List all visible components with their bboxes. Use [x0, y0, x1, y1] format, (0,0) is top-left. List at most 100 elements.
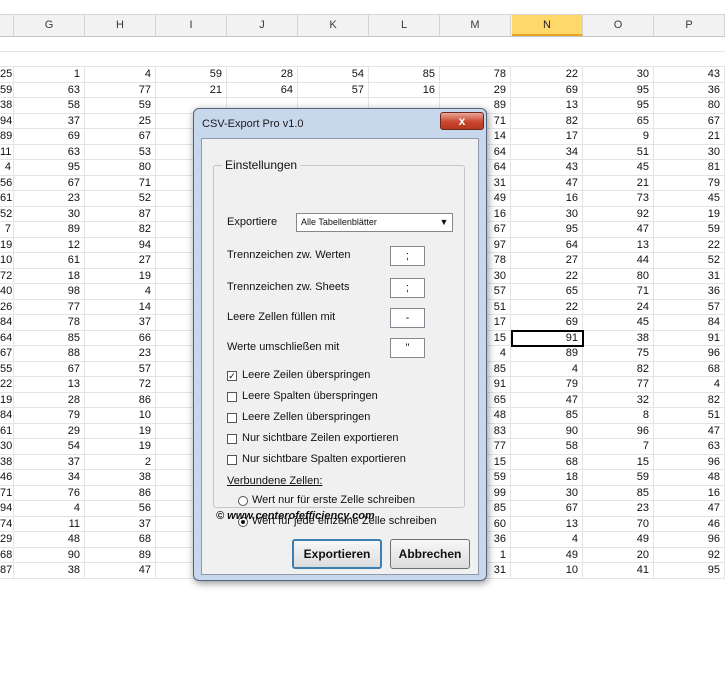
cell[interactable]: 76: [14, 485, 85, 501]
checkbox-label[interactable]: Nur sichtbare Zeilen exportieren: [242, 432, 399, 444]
cell[interactable]: 34: [512, 144, 583, 160]
cell[interactable]: 20: [583, 547, 654, 563]
cell[interactable]: 47: [583, 222, 654, 238]
cell[interactable]: 37: [85, 315, 156, 331]
cell[interactable]: 13: [512, 516, 583, 532]
column-header-g[interactable]: G: [14, 15, 85, 36]
cell[interactable]: 78: [14, 315, 85, 331]
cell[interactable]: 59: [654, 222, 725, 238]
cell[interactable]: 34: [14, 470, 85, 486]
cell[interactable]: 87: [0, 563, 14, 579]
cell[interactable]: 95: [14, 160, 85, 176]
chevron-down-icon[interactable]: ▼: [436, 214, 452, 231]
cell[interactable]: 84: [0, 315, 14, 331]
cell[interactable]: 71: [583, 284, 654, 300]
cell[interactable]: 96: [654, 454, 725, 470]
cell[interactable]: 57: [654, 299, 725, 315]
cell[interactable]: 82: [512, 113, 583, 129]
column-header-p[interactable]: P: [654, 15, 725, 36]
cell[interactable]: 90: [14, 547, 85, 563]
cell[interactable]: 37: [14, 113, 85, 129]
cell[interactable]: 69: [14, 129, 85, 145]
cell[interactable]: 54: [14, 439, 85, 455]
cell[interactable]: 59: [583, 470, 654, 486]
cell[interactable]: 55: [0, 361, 14, 377]
cell[interactable]: 59: [156, 67, 227, 83]
cell[interactable]: 65: [512, 284, 583, 300]
cell[interactable]: 64: [512, 237, 583, 253]
checkbox-visible-rows-only[interactable]: [227, 434, 237, 444]
cell[interactable]: 45: [583, 315, 654, 331]
cell[interactable]: 79: [512, 377, 583, 393]
cell[interactable]: 49: [512, 547, 583, 563]
sep-sheets-input[interactable]: ;: [390, 278, 425, 298]
cell[interactable]: 21: [583, 175, 654, 191]
cell[interactable]: 23: [14, 191, 85, 207]
cell[interactable]: 56: [85, 501, 156, 517]
cell[interactable]: 92: [583, 206, 654, 222]
cell[interactable]: 82: [85, 222, 156, 238]
cell[interactable]: 98: [14, 284, 85, 300]
cell[interactable]: 82: [583, 361, 654, 377]
cell[interactable]: 10: [85, 408, 156, 424]
cell[interactable]: 30: [512, 485, 583, 501]
cell[interactable]: 38: [85, 470, 156, 486]
cell[interactable]: 18: [512, 470, 583, 486]
cell[interactable]: 72: [85, 377, 156, 393]
checkbox-skip-empty-cells[interactable]: [227, 413, 237, 423]
cell[interactable]: 79: [654, 175, 725, 191]
cell[interactable]: 29: [0, 532, 14, 548]
cell[interactable]: 68: [85, 532, 156, 548]
checkbox-label[interactable]: Leere Spalten überspringen: [242, 390, 378, 402]
cell[interactable]: 64: [0, 330, 14, 346]
cell[interactable]: 63: [14, 144, 85, 160]
cell[interactable]: 82: [654, 392, 725, 408]
cell[interactable]: 79: [14, 408, 85, 424]
cell[interactable]: 4: [0, 160, 14, 176]
cell[interactable]: 77: [85, 82, 156, 98]
cell[interactable]: 25: [0, 67, 14, 83]
cell[interactable]: 19: [0, 392, 14, 408]
cell[interactable]: 89: [14, 222, 85, 238]
cell[interactable]: 26: [0, 299, 14, 315]
cell[interactable]: 22: [512, 299, 583, 315]
cell[interactable]: 21: [654, 129, 725, 145]
cell[interactable]: 29: [440, 82, 511, 98]
cell[interactable]: 68: [0, 547, 14, 563]
dialog-titlebar[interactable]: CSV-Export Pro v1.0 x: [194, 109, 486, 137]
cell[interactable]: 22: [0, 377, 14, 393]
cell[interactable]: 47: [85, 563, 156, 579]
checkbox-skip-empty-rows[interactable]: ✓: [227, 371, 237, 381]
cell[interactable]: 4: [14, 501, 85, 517]
cell[interactable]: 47: [512, 175, 583, 191]
column-header-n[interactable]: N: [512, 15, 583, 36]
cell[interactable]: 38: [0, 454, 14, 470]
cell[interactable]: 44: [583, 253, 654, 269]
cell[interactable]: 4: [85, 67, 156, 83]
radio-label[interactable]: Wert nur für erste Zelle schreiben: [252, 494, 415, 506]
cell[interactable]: 95: [583, 82, 654, 98]
cell[interactable]: 48: [14, 532, 85, 548]
cell[interactable]: 53: [85, 144, 156, 160]
cell[interactable]: 48: [654, 470, 725, 486]
cell[interactable]: 25: [85, 113, 156, 129]
cell[interactable]: 71: [85, 175, 156, 191]
cell[interactable]: 30: [654, 144, 725, 160]
export-select[interactable]: Alle Tabellenblätter ▼: [296, 213, 453, 232]
cell[interactable]: 89: [512, 346, 583, 362]
cell[interactable]: 13: [512, 98, 583, 114]
cell[interactable]: 46: [0, 470, 14, 486]
cell[interactable]: 30: [512, 206, 583, 222]
cell[interactable]: 12: [14, 237, 85, 253]
cell[interactable]: 10: [0, 253, 14, 269]
cell[interactable]: 58: [14, 98, 85, 114]
cell[interactable]: 38: [14, 563, 85, 579]
cell[interactable]: 22: [512, 268, 583, 284]
cell[interactable]: 88: [14, 346, 85, 362]
cell[interactable]: 27: [512, 253, 583, 269]
column-header-m[interactable]: M: [440, 15, 511, 36]
cell[interactable]: 28: [14, 392, 85, 408]
cell[interactable]: 54: [298, 67, 369, 83]
cell[interactable]: 68: [512, 454, 583, 470]
cell[interactable]: 69: [512, 315, 583, 331]
